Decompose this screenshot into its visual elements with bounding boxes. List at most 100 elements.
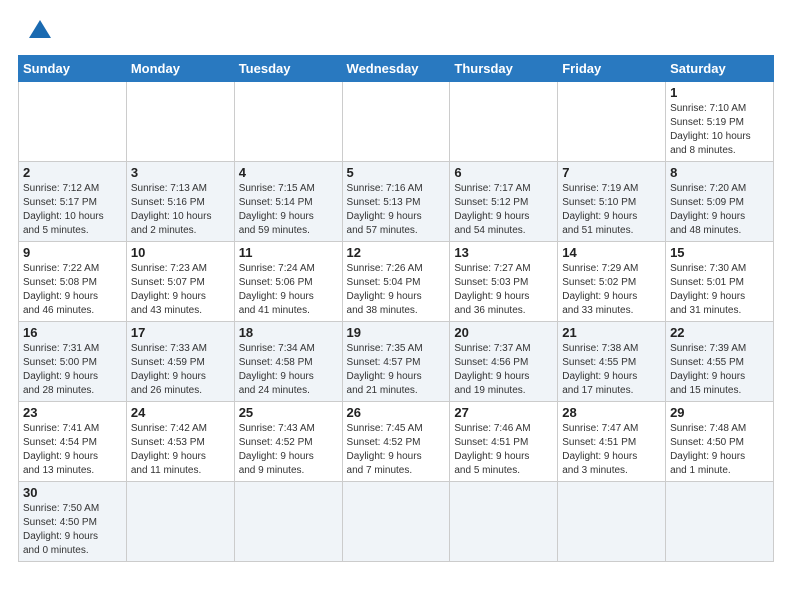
day-number: 8 xyxy=(670,165,769,180)
day-number: 27 xyxy=(454,405,553,420)
day-number: 16 xyxy=(23,325,122,340)
day-number: 9 xyxy=(23,245,122,260)
day-info: Sunrise: 7:43 AM Sunset: 4:52 PM Dayligh… xyxy=(239,422,338,478)
day-number: 22 xyxy=(670,325,769,340)
calendar-cell xyxy=(234,482,342,562)
day-number: 17 xyxy=(131,325,230,340)
calendar-cell xyxy=(234,82,342,162)
day-number: 30 xyxy=(23,485,122,500)
calendar-cell: 7 Sunrise: 7:19 AM Sunset: 5:10 PM Daylig… xyxy=(558,162,666,242)
calendar-cell: 17 Sunrise: 7:33 AM Sunset: 4:59 PM Dayli… xyxy=(126,322,234,402)
calendar-cell xyxy=(450,482,558,562)
calendar-cell: 11 Sunrise: 7:24 AM Sunset: 5:06 PM Dayli… xyxy=(234,242,342,322)
logo xyxy=(18,18,51,45)
calendar-week-row: 2 Sunrise: 7:12 AM Sunset: 5:17 PM Daylig… xyxy=(19,162,774,242)
calendar-cell xyxy=(126,482,234,562)
calendar-cell: 1 Sunrise: 7:10 AM Sunset: 5:19 PM Daylig… xyxy=(666,82,774,162)
calendar-cell: 13Sunrise: 7:27 AM Sunset: 5:03 PM Dayli… xyxy=(450,242,558,322)
day-number: 1 xyxy=(670,85,769,100)
day-number: 21 xyxy=(562,325,661,340)
calendar-cell: 3 Sunrise: 7:13 AM Sunset: 5:16 PM Daylig… xyxy=(126,162,234,242)
calendar-cell xyxy=(558,482,666,562)
weekday-header: Wednesday xyxy=(342,56,450,82)
day-info: Sunrise: 7:19 AM Sunset: 5:10 PM Dayligh… xyxy=(562,182,661,238)
calendar-cell: 26 Sunrise: 7:45 AM Sunset: 4:52 PM Dayli… xyxy=(342,402,450,482)
calendar-cell: 10 Sunrise: 7:23 AM Sunset: 5:07 PM Dayli… xyxy=(126,242,234,322)
day-info: Sunrise: 7:24 AM Sunset: 5:06 PM Dayligh… xyxy=(239,262,338,318)
day-info: Sunrise: 7:17 AM Sunset: 5:12 PM Dayligh… xyxy=(454,182,553,238)
day-info: Sunrise: 7:29 AM Sunset: 5:02 PM Dayligh… xyxy=(562,262,661,318)
day-info: Sunrise: 7:45 AM Sunset: 4:52 PM Dayligh… xyxy=(347,422,446,478)
day-number: 11 xyxy=(239,245,338,260)
page: SundayMondayTuesdayWednesdayThursdayFrid… xyxy=(0,0,792,612)
calendar-cell: 9 Sunrise: 7:22 AM Sunset: 5:08 PM Daylig… xyxy=(19,242,127,322)
day-info: Sunrise: 7:12 AM Sunset: 5:17 PM Dayligh… xyxy=(23,182,122,238)
day-info: Sunrise: 7:42 AM Sunset: 4:53 PM Dayligh… xyxy=(131,422,230,478)
day-number: 7 xyxy=(562,165,661,180)
calendar-cell xyxy=(558,82,666,162)
calendar-cell: 16 Sunrise: 7:31 AM Sunset: 5:00 PM Dayli… xyxy=(19,322,127,402)
logo-area xyxy=(18,18,51,45)
day-number: 29 xyxy=(670,405,769,420)
day-number: 18 xyxy=(239,325,338,340)
calendar-cell: 4 Sunrise: 7:15 AM Sunset: 5:14 PM Daylig… xyxy=(234,162,342,242)
day-info: Sunrise: 7:10 AM Sunset: 5:19 PM Dayligh… xyxy=(670,102,769,158)
day-number: 2 xyxy=(23,165,122,180)
calendar-cell xyxy=(342,482,450,562)
day-info: Sunrise: 7:39 AM Sunset: 4:55 PM Dayligh… xyxy=(670,342,769,398)
day-info: Sunrise: 7:37 AM Sunset: 4:56 PM Dayligh… xyxy=(454,342,553,398)
calendar-cell: 29Sunrise: 7:48 AM Sunset: 4:50 PM Dayli… xyxy=(666,402,774,482)
weekday-header: Friday xyxy=(558,56,666,82)
day-info: Sunrise: 7:31 AM Sunset: 5:00 PM Dayligh… xyxy=(23,342,122,398)
day-info: Sunrise: 7:38 AM Sunset: 4:55 PM Dayligh… xyxy=(562,342,661,398)
day-info: Sunrise: 7:15 AM Sunset: 5:14 PM Dayligh… xyxy=(239,182,338,238)
day-info: Sunrise: 7:35 AM Sunset: 4:57 PM Dayligh… xyxy=(347,342,446,398)
weekday-header: Monday xyxy=(126,56,234,82)
calendar-table: SundayMondayTuesdayWednesdayThursdayFrid… xyxy=(18,55,774,562)
calendar-cell: 12Sunrise: 7:26 AM Sunset: 5:04 PM Dayli… xyxy=(342,242,450,322)
day-number: 6 xyxy=(454,165,553,180)
day-info: Sunrise: 7:41 AM Sunset: 4:54 PM Dayligh… xyxy=(23,422,122,478)
calendar-cell: 24Sunrise: 7:42 AM Sunset: 4:53 PM Dayli… xyxy=(126,402,234,482)
calendar-cell: 28 Sunrise: 7:47 AM Sunset: 4:51 PM Dayli… xyxy=(558,402,666,482)
day-number: 10 xyxy=(131,245,230,260)
calendar-cell xyxy=(450,82,558,162)
day-info: Sunrise: 7:22 AM Sunset: 5:08 PM Dayligh… xyxy=(23,262,122,318)
calendar-cell: 27 Sunrise: 7:46 AM Sunset: 4:51 PM Dayli… xyxy=(450,402,558,482)
calendar-cell: 21 Sunrise: 7:38 AM Sunset: 4:55 PM Dayli… xyxy=(558,322,666,402)
day-number: 26 xyxy=(347,405,446,420)
day-info: Sunrise: 7:30 AM Sunset: 5:01 PM Dayligh… xyxy=(670,262,769,318)
calendar-cell xyxy=(126,82,234,162)
calendar-cell: 5Sunrise: 7:16 AM Sunset: 5:13 PM Daylig… xyxy=(342,162,450,242)
day-info: Sunrise: 7:46 AM Sunset: 4:51 PM Dayligh… xyxy=(454,422,553,478)
weekday-header: Sunday xyxy=(19,56,127,82)
day-number: 23 xyxy=(23,405,122,420)
day-info: Sunrise: 7:47 AM Sunset: 4:51 PM Dayligh… xyxy=(562,422,661,478)
day-number: 3 xyxy=(131,165,230,180)
day-info: Sunrise: 7:16 AM Sunset: 5:13 PM Dayligh… xyxy=(347,182,446,238)
day-number: 28 xyxy=(562,405,661,420)
day-number: 4 xyxy=(239,165,338,180)
calendar-cell xyxy=(666,482,774,562)
day-info: Sunrise: 7:20 AM Sunset: 5:09 PM Dayligh… xyxy=(670,182,769,238)
calendar-cell: 8 Sunrise: 7:20 AM Sunset: 5:09 PM Daylig… xyxy=(666,162,774,242)
day-info: Sunrise: 7:50 AM Sunset: 4:50 PM Dayligh… xyxy=(23,502,122,558)
day-info: Sunrise: 7:33 AM Sunset: 4:59 PM Dayligh… xyxy=(131,342,230,398)
calendar-cell xyxy=(19,82,127,162)
calendar-week-row: 16 Sunrise: 7:31 AM Sunset: 5:00 PM Dayli… xyxy=(19,322,774,402)
day-info: Sunrise: 7:13 AM Sunset: 5:16 PM Dayligh… xyxy=(131,182,230,238)
calendar-cell: 30 Sunrise: 7:50 AM Sunset: 4:50 PM Dayli… xyxy=(19,482,127,562)
calendar-cell: 23 Sunrise: 7:41 AM Sunset: 4:54 PM Dayli… xyxy=(19,402,127,482)
day-info: Sunrise: 7:23 AM Sunset: 5:07 PM Dayligh… xyxy=(131,262,230,318)
calendar-cell: 6 Sunrise: 7:17 AM Sunset: 5:12 PM Daylig… xyxy=(450,162,558,242)
calendar-cell: 2 Sunrise: 7:12 AM Sunset: 5:17 PM Daylig… xyxy=(19,162,127,242)
calendar-cell: 25Sunrise: 7:43 AM Sunset: 4:52 PM Dayli… xyxy=(234,402,342,482)
day-info: Sunrise: 7:34 AM Sunset: 4:58 PM Dayligh… xyxy=(239,342,338,398)
weekday-header: Thursday xyxy=(450,56,558,82)
calendar-cell: 19Sunrise: 7:35 AM Sunset: 4:57 PM Dayli… xyxy=(342,322,450,402)
calendar-cell: 14Sunrise: 7:29 AM Sunset: 5:02 PM Dayli… xyxy=(558,242,666,322)
calendar-cell: 18 Sunrise: 7:34 AM Sunset: 4:58 PM Dayli… xyxy=(234,322,342,402)
header xyxy=(18,18,774,45)
calendar-week-row: 23 Sunrise: 7:41 AM Sunset: 4:54 PM Dayli… xyxy=(19,402,774,482)
calendar-cell: 15Sunrise: 7:30 AM Sunset: 5:01 PM Dayli… xyxy=(666,242,774,322)
